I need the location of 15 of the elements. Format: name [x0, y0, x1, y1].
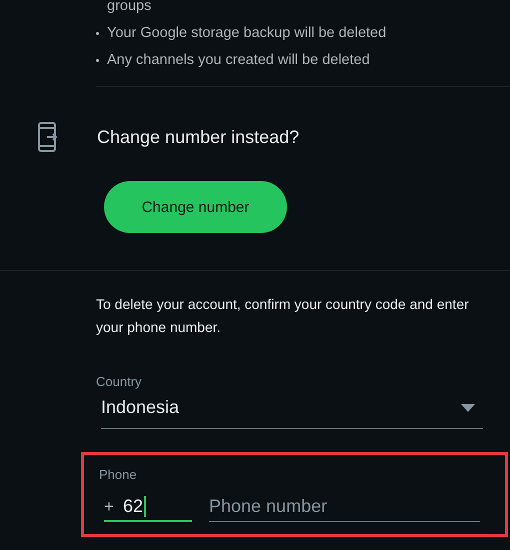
section-heading: Change number instead? — [97, 126, 300, 148]
change-number-button[interactable]: Change number — [104, 181, 287, 233]
bullet-icon — [96, 59, 99, 62]
field-label: Phone — [99, 467, 138, 482]
caret-icon — [461, 404, 475, 412]
list-item-text: Your Google storage backup will be deleted — [107, 24, 386, 43]
country-code-field[interactable]: + 62 — [104, 496, 192, 522]
phone-exit-icon — [37, 121, 59, 153]
field-label: Country — [96, 374, 143, 389]
instruction-text: To delete your account, confirm your country code and enter your phone number. — [96, 295, 470, 337]
country-dropdown[interactable]: Indonesia — [101, 397, 483, 429]
bullet-icon — [96, 32, 99, 35]
phone-number-field[interactable]: Phone number — [209, 496, 480, 522]
list-item-text: groups — [107, 0, 152, 16]
list-item-text: Any channels you created will be deleted — [107, 51, 370, 70]
